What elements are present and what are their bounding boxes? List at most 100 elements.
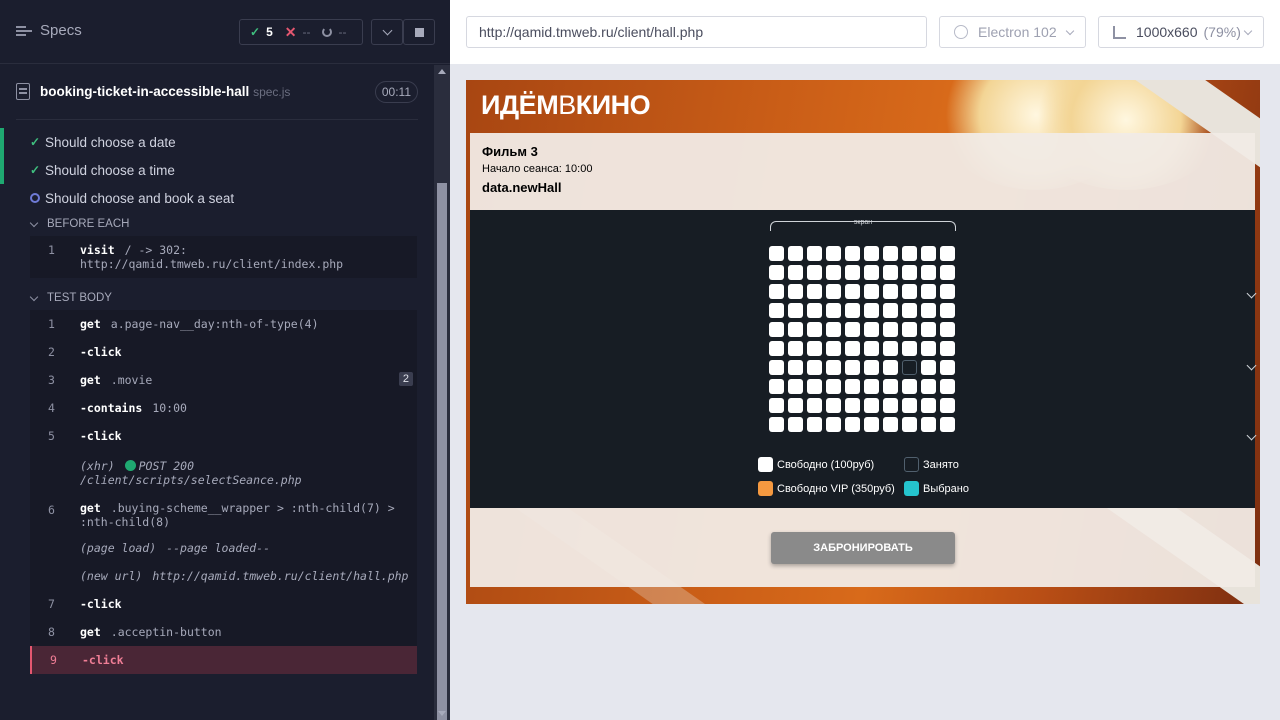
seat[interactable]: [864, 341, 879, 356]
seat[interactable]: [807, 360, 822, 375]
seat[interactable]: [826, 284, 841, 299]
test-item[interactable]: ✓ Should choose a time: [0, 156, 434, 184]
seat[interactable]: [769, 341, 784, 356]
seat[interactable]: [902, 379, 917, 394]
seat[interactable]: [826, 303, 841, 318]
runner-scrollbar[interactable]: [434, 65, 450, 720]
seat[interactable]: [826, 341, 841, 356]
seat[interactable]: [940, 379, 955, 394]
seat[interactable]: [940, 246, 955, 261]
seat[interactable]: [788, 379, 803, 394]
seat[interactable]: [883, 379, 898, 394]
seat[interactable]: [788, 360, 803, 375]
seat[interactable]: [788, 265, 803, 280]
seat[interactable]: [826, 360, 841, 375]
seat[interactable]: [845, 379, 860, 394]
seat[interactable]: [883, 360, 898, 375]
command-row[interactable]: 1 visit / -> 302: http://qamid.tmweb.ru/c…: [30, 236, 417, 278]
seat[interactable]: [769, 398, 784, 413]
command-row[interactable]: 8 get .acceptin-button: [30, 618, 417, 646]
seat[interactable]: [940, 303, 955, 318]
seat[interactable]: [845, 322, 860, 337]
seat[interactable]: [883, 322, 898, 337]
hook-before-each[interactable]: BEFORE EACH: [0, 212, 434, 236]
book-button[interactable]: ЗАБРОНИРОВАТЬ: [771, 532, 955, 564]
seat[interactable]: [807, 379, 822, 394]
command-row[interactable]: 2 -click: [30, 338, 417, 366]
seat[interactable]: [845, 398, 860, 413]
seat[interactable]: [845, 284, 860, 299]
seat[interactable]: [769, 303, 784, 318]
seat[interactable]: [921, 417, 936, 432]
seat[interactable]: [788, 303, 803, 318]
seat[interactable]: [788, 417, 803, 432]
seat[interactable]: [864, 360, 879, 375]
scroll-up-arrow-icon[interactable]: [438, 69, 446, 74]
seat[interactable]: [845, 417, 860, 432]
seat[interactable]: [807, 398, 822, 413]
seat[interactable]: [902, 303, 917, 318]
seat[interactable]: [864, 246, 879, 261]
seat[interactable]: [864, 417, 879, 432]
seat[interactable]: [864, 398, 879, 413]
seat[interactable]: [921, 322, 936, 337]
seat[interactable]: [883, 398, 898, 413]
command-row-new-url[interactable]: (new url) http://qamid.tmweb.ru/client/h…: [30, 562, 417, 590]
seat[interactable]: [845, 265, 860, 280]
seat[interactable]: [921, 303, 936, 318]
command-row[interactable]: 4 -contains 10:00: [30, 394, 417, 422]
seat[interactable]: [864, 379, 879, 394]
seat[interactable]: [769, 246, 784, 261]
seat[interactable]: [921, 398, 936, 413]
command-row[interactable]: 6 get .buying-scheme__wrapper > :nth-chil…: [30, 496, 417, 534]
url-display[interactable]: http://qamid.tmweb.ru/client/hall.php: [466, 16, 927, 48]
seat[interactable]: [883, 246, 898, 261]
seat[interactable]: [769, 265, 784, 280]
seat[interactable]: [940, 341, 955, 356]
seat[interactable]: [769, 284, 784, 299]
scrollbar-thumb[interactable]: [437, 183, 447, 720]
seat[interactable]: [807, 246, 822, 261]
command-row-page-load[interactable]: (page load) --page loaded--: [30, 534, 417, 562]
auto-scroll-button[interactable]: [371, 19, 403, 45]
seat[interactable]: [788, 398, 803, 413]
seat[interactable]: [940, 417, 955, 432]
seat[interactable]: [807, 265, 822, 280]
command-row[interactable]: 5 -click: [30, 422, 417, 450]
seat[interactable]: [826, 398, 841, 413]
test-item[interactable]: ✓ Should choose a date: [0, 128, 434, 156]
seat[interactable]: [902, 398, 917, 413]
seat[interactable]: [826, 322, 841, 337]
seat[interactable]: [883, 341, 898, 356]
seat[interactable]: [921, 341, 936, 356]
seat[interactable]: [845, 303, 860, 318]
seat[interactable]: [940, 322, 955, 337]
browser-selector[interactable]: Electron 102: [939, 16, 1086, 48]
seat[interactable]: [902, 341, 917, 356]
seat[interactable]: [902, 284, 917, 299]
seat[interactable]: [940, 398, 955, 413]
seat[interactable]: [940, 265, 955, 280]
seat[interactable]: [807, 303, 822, 318]
seat[interactable]: [940, 360, 955, 375]
command-row-failed[interactable]: 9 -click: [30, 646, 417, 674]
seat[interactable]: [883, 417, 898, 432]
seat[interactable]: [845, 246, 860, 261]
test-item-active[interactable]: Should choose and book a seat: [0, 184, 434, 212]
seat[interactable]: [826, 265, 841, 280]
seat[interactable]: [826, 246, 841, 261]
command-row[interactable]: 1 get a.page-nav__day:nth-of-type(4): [30, 310, 417, 338]
seat[interactable]: [788, 322, 803, 337]
seat[interactable]: [883, 303, 898, 318]
seat[interactable]: [807, 322, 822, 337]
seat[interactable]: [788, 246, 803, 261]
hook-test-body[interactable]: TEST BODY: [0, 286, 434, 310]
scroll-down-arrow-icon[interactable]: [438, 711, 446, 716]
seat[interactable]: [769, 360, 784, 375]
seat[interactable]: [845, 360, 860, 375]
specs-button[interactable]: Specs: [16, 22, 82, 39]
seat[interactable]: [864, 322, 879, 337]
seat[interactable]: [769, 379, 784, 394]
seat[interactable]: [902, 246, 917, 261]
stop-button[interactable]: [403, 19, 435, 45]
